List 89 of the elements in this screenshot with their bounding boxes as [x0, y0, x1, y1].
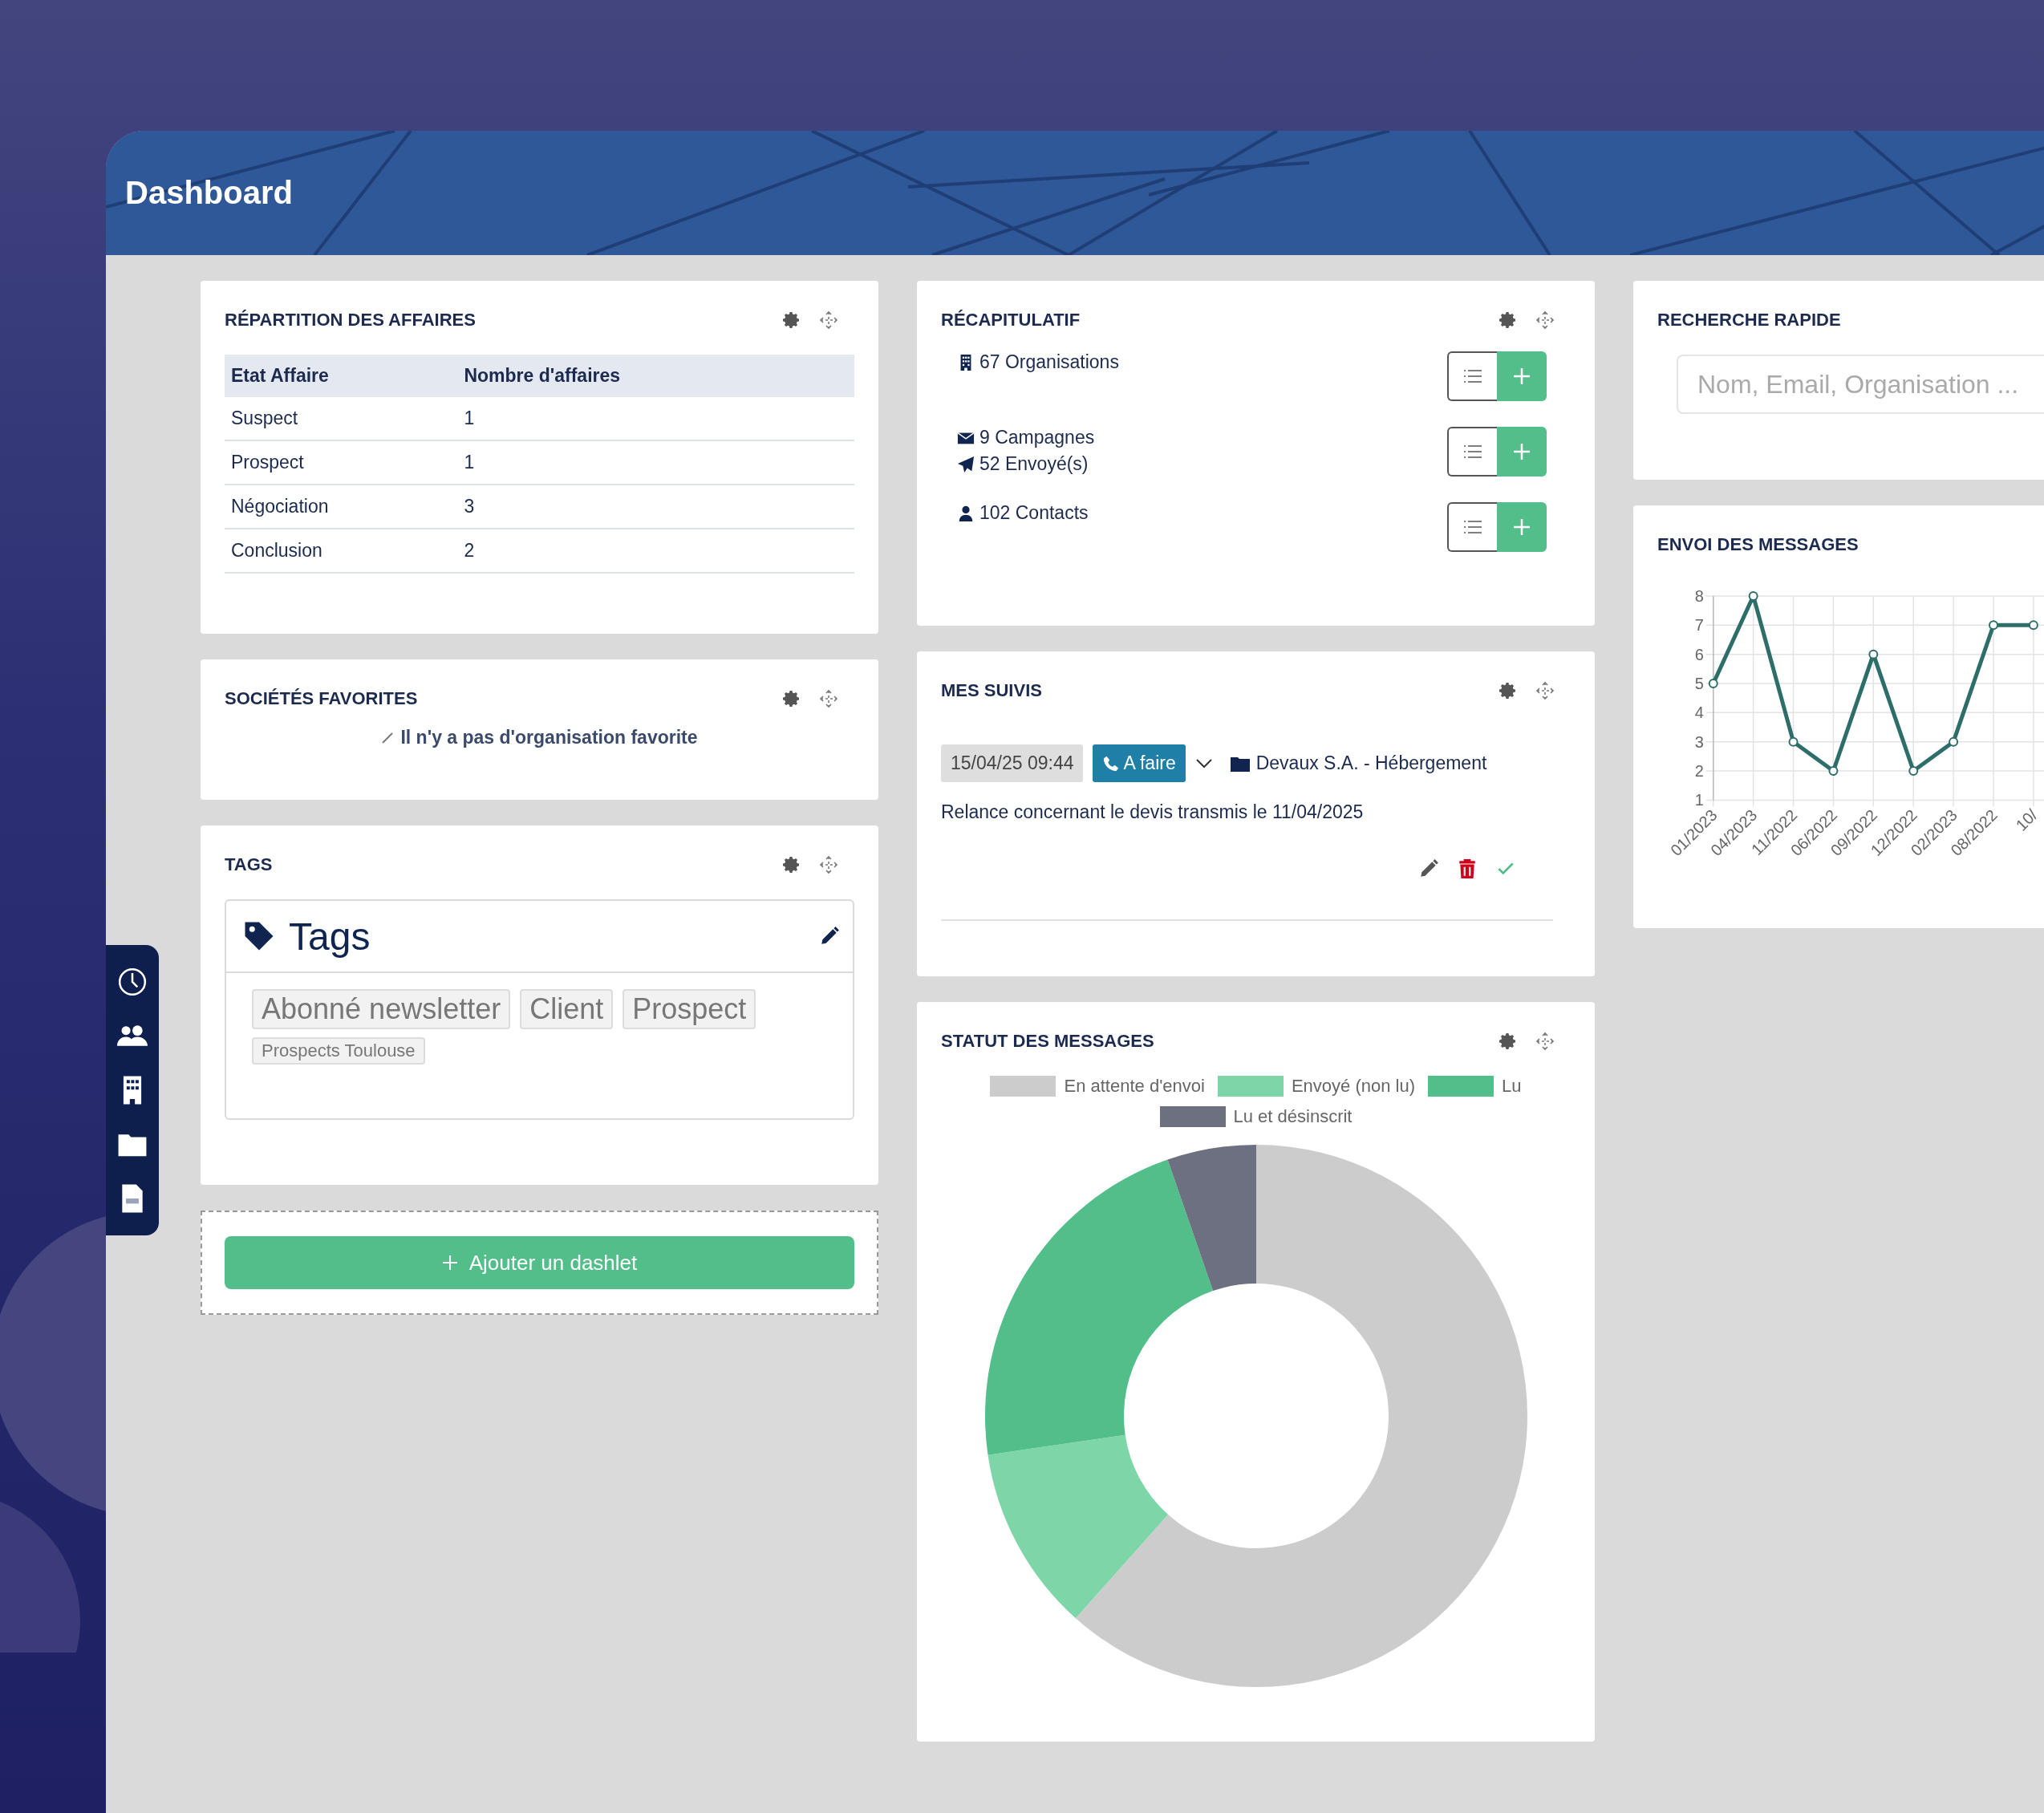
- legend-label: Envoyé (non lu): [1291, 1076, 1416, 1097]
- paper-plane-icon: [957, 455, 975, 473]
- date-label: 15/04/25 09:44: [941, 744, 1084, 782]
- related-record: Devaux S.A. - Hébergement: [1255, 752, 1487, 774]
- y-tick-label: 1: [1694, 791, 1704, 809]
- move-icon[interactable]: [819, 310, 838, 330]
- table-cell: 1: [457, 397, 854, 440]
- clock-icon[interactable]: [117, 966, 148, 997]
- y-tick-label: 3: [1694, 732, 1704, 751]
- plus-icon: [1512, 517, 1531, 537]
- add-dashlet-button[interactable]: Ajouter un dashlet: [225, 1236, 854, 1289]
- legend-label: Lu: [1502, 1076, 1522, 1097]
- card-title: RECHERCHE RAPIDE: [1657, 310, 1841, 331]
- search-field[interactable]: Nom, Email, Organisation ...: [1677, 355, 2044, 414]
- card-title: RÉPARTITION DES AFFAIRES: [225, 310, 476, 331]
- data-point: [2028, 620, 2038, 631]
- data-point: [1989, 620, 1998, 631]
- data-point: [1748, 590, 1758, 601]
- panel-title: Tags: [289, 914, 371, 959]
- legend-label: Lu et désinscrit: [1233, 1106, 1353, 1127]
- status-button[interactable]: A faire: [1093, 744, 1186, 782]
- summary-count: 9 Campagnes: [979, 427, 1095, 448]
- table-cell: Négociation: [225, 485, 458, 529]
- column-header: Nombre d'affaires: [457, 355, 854, 397]
- data-point: [1788, 736, 1799, 747]
- plus-icon: [441, 1255, 458, 1271]
- summary-count: 52 Envoyé(s): [979, 453, 1089, 475]
- person-icon: [957, 504, 975, 522]
- plus-icon: [1512, 367, 1531, 386]
- y-tick-label: 7: [1694, 616, 1704, 635]
- summary-count: 102 Contacts: [979, 502, 1089, 524]
- card-title: STATUT DES MESSAGES: [941, 1031, 1154, 1052]
- y-tick-label: 4: [1694, 704, 1704, 722]
- table-cell: 2: [457, 529, 854, 573]
- tag-chip[interactable]: Abonné newsletter: [252, 989, 511, 1029]
- follow-up-description: Relance concernant le devis transmis le 11/04/2025: [941, 801, 1365, 823]
- y-tick-label: 6: [1694, 645, 1704, 663]
- table-cell: Conclusion: [225, 529, 458, 573]
- table-cell: 3: [457, 485, 854, 529]
- card-title: TAGS: [225, 854, 273, 875]
- list-icon: [1463, 519, 1482, 535]
- page-title: Dashboard: [125, 175, 293, 211]
- settings-icon[interactable]: [782, 689, 801, 708]
- tag-chip[interactable]: Client: [520, 989, 614, 1029]
- move-icon[interactable]: [1535, 1032, 1555, 1051]
- settings-icon[interactable]: [1499, 681, 1518, 700]
- table-cell: Suspect: [225, 397, 458, 440]
- settings-icon[interactable]: [782, 310, 801, 330]
- empty-message: Il n'y a pas d'organisation favorite: [400, 727, 698, 748]
- tag-chip[interactable]: Prospects Toulouse: [252, 1037, 425, 1065]
- card-title: ENVOI DES MESSAGES: [1657, 533, 1859, 555]
- move-icon[interactable]: [1535, 681, 1555, 700]
- tag-chip[interactable]: Prospect: [623, 989, 756, 1029]
- list-icon: [1463, 444, 1482, 460]
- card-title: RÉCAPITULATIF: [941, 310, 1081, 331]
- settings-icon[interactable]: [1499, 310, 1518, 330]
- list-icon: [1463, 368, 1482, 384]
- y-tick-label: 5: [1694, 674, 1704, 692]
- pencil-icon[interactable]: [1418, 858, 1439, 879]
- settings-icon[interactable]: [782, 855, 801, 874]
- list-button[interactable]: [1447, 427, 1497, 477]
- phone-icon: [1102, 754, 1121, 773]
- table-cell: 1: [457, 440, 854, 485]
- y-tick-label: 8: [1694, 586, 1704, 605]
- data-point: [1868, 649, 1879, 659]
- move-icon[interactable]: [819, 689, 838, 708]
- x-tick-label: 10/: [2012, 805, 2041, 834]
- table-cell: Prospect: [225, 440, 458, 485]
- move-icon[interactable]: [819, 855, 838, 874]
- card-title: MES SUIVIS: [941, 680, 1042, 701]
- data-point: [1949, 736, 1959, 747]
- settings-icon[interactable]: [1499, 1032, 1518, 1051]
- trash-icon[interactable]: [1457, 858, 1478, 879]
- list-button[interactable]: [1447, 351, 1497, 401]
- y-tick-label: 2: [1694, 761, 1704, 780]
- data-point: [1708, 678, 1718, 688]
- folder-icon: [1230, 755, 1250, 772]
- summary-count: 67 Organisations: [979, 351, 1119, 373]
- plus-icon: [1512, 442, 1531, 461]
- move-icon[interactable]: [1535, 310, 1555, 330]
- legend-label: En attente d'envoi: [1064, 1076, 1205, 1097]
- slash-icon: [381, 731, 395, 744]
- chevron-down-icon[interactable]: [1194, 757, 1213, 769]
- data-point: [1828, 765, 1839, 776]
- column-header: Etat Affaire: [225, 355, 458, 397]
- pencil-icon[interactable]: [819, 926, 840, 947]
- data-point: [1908, 765, 1919, 776]
- list-button[interactable]: [1447, 502, 1497, 552]
- card-title: SOCIÉTÉS FAVORITES: [225, 688, 418, 709]
